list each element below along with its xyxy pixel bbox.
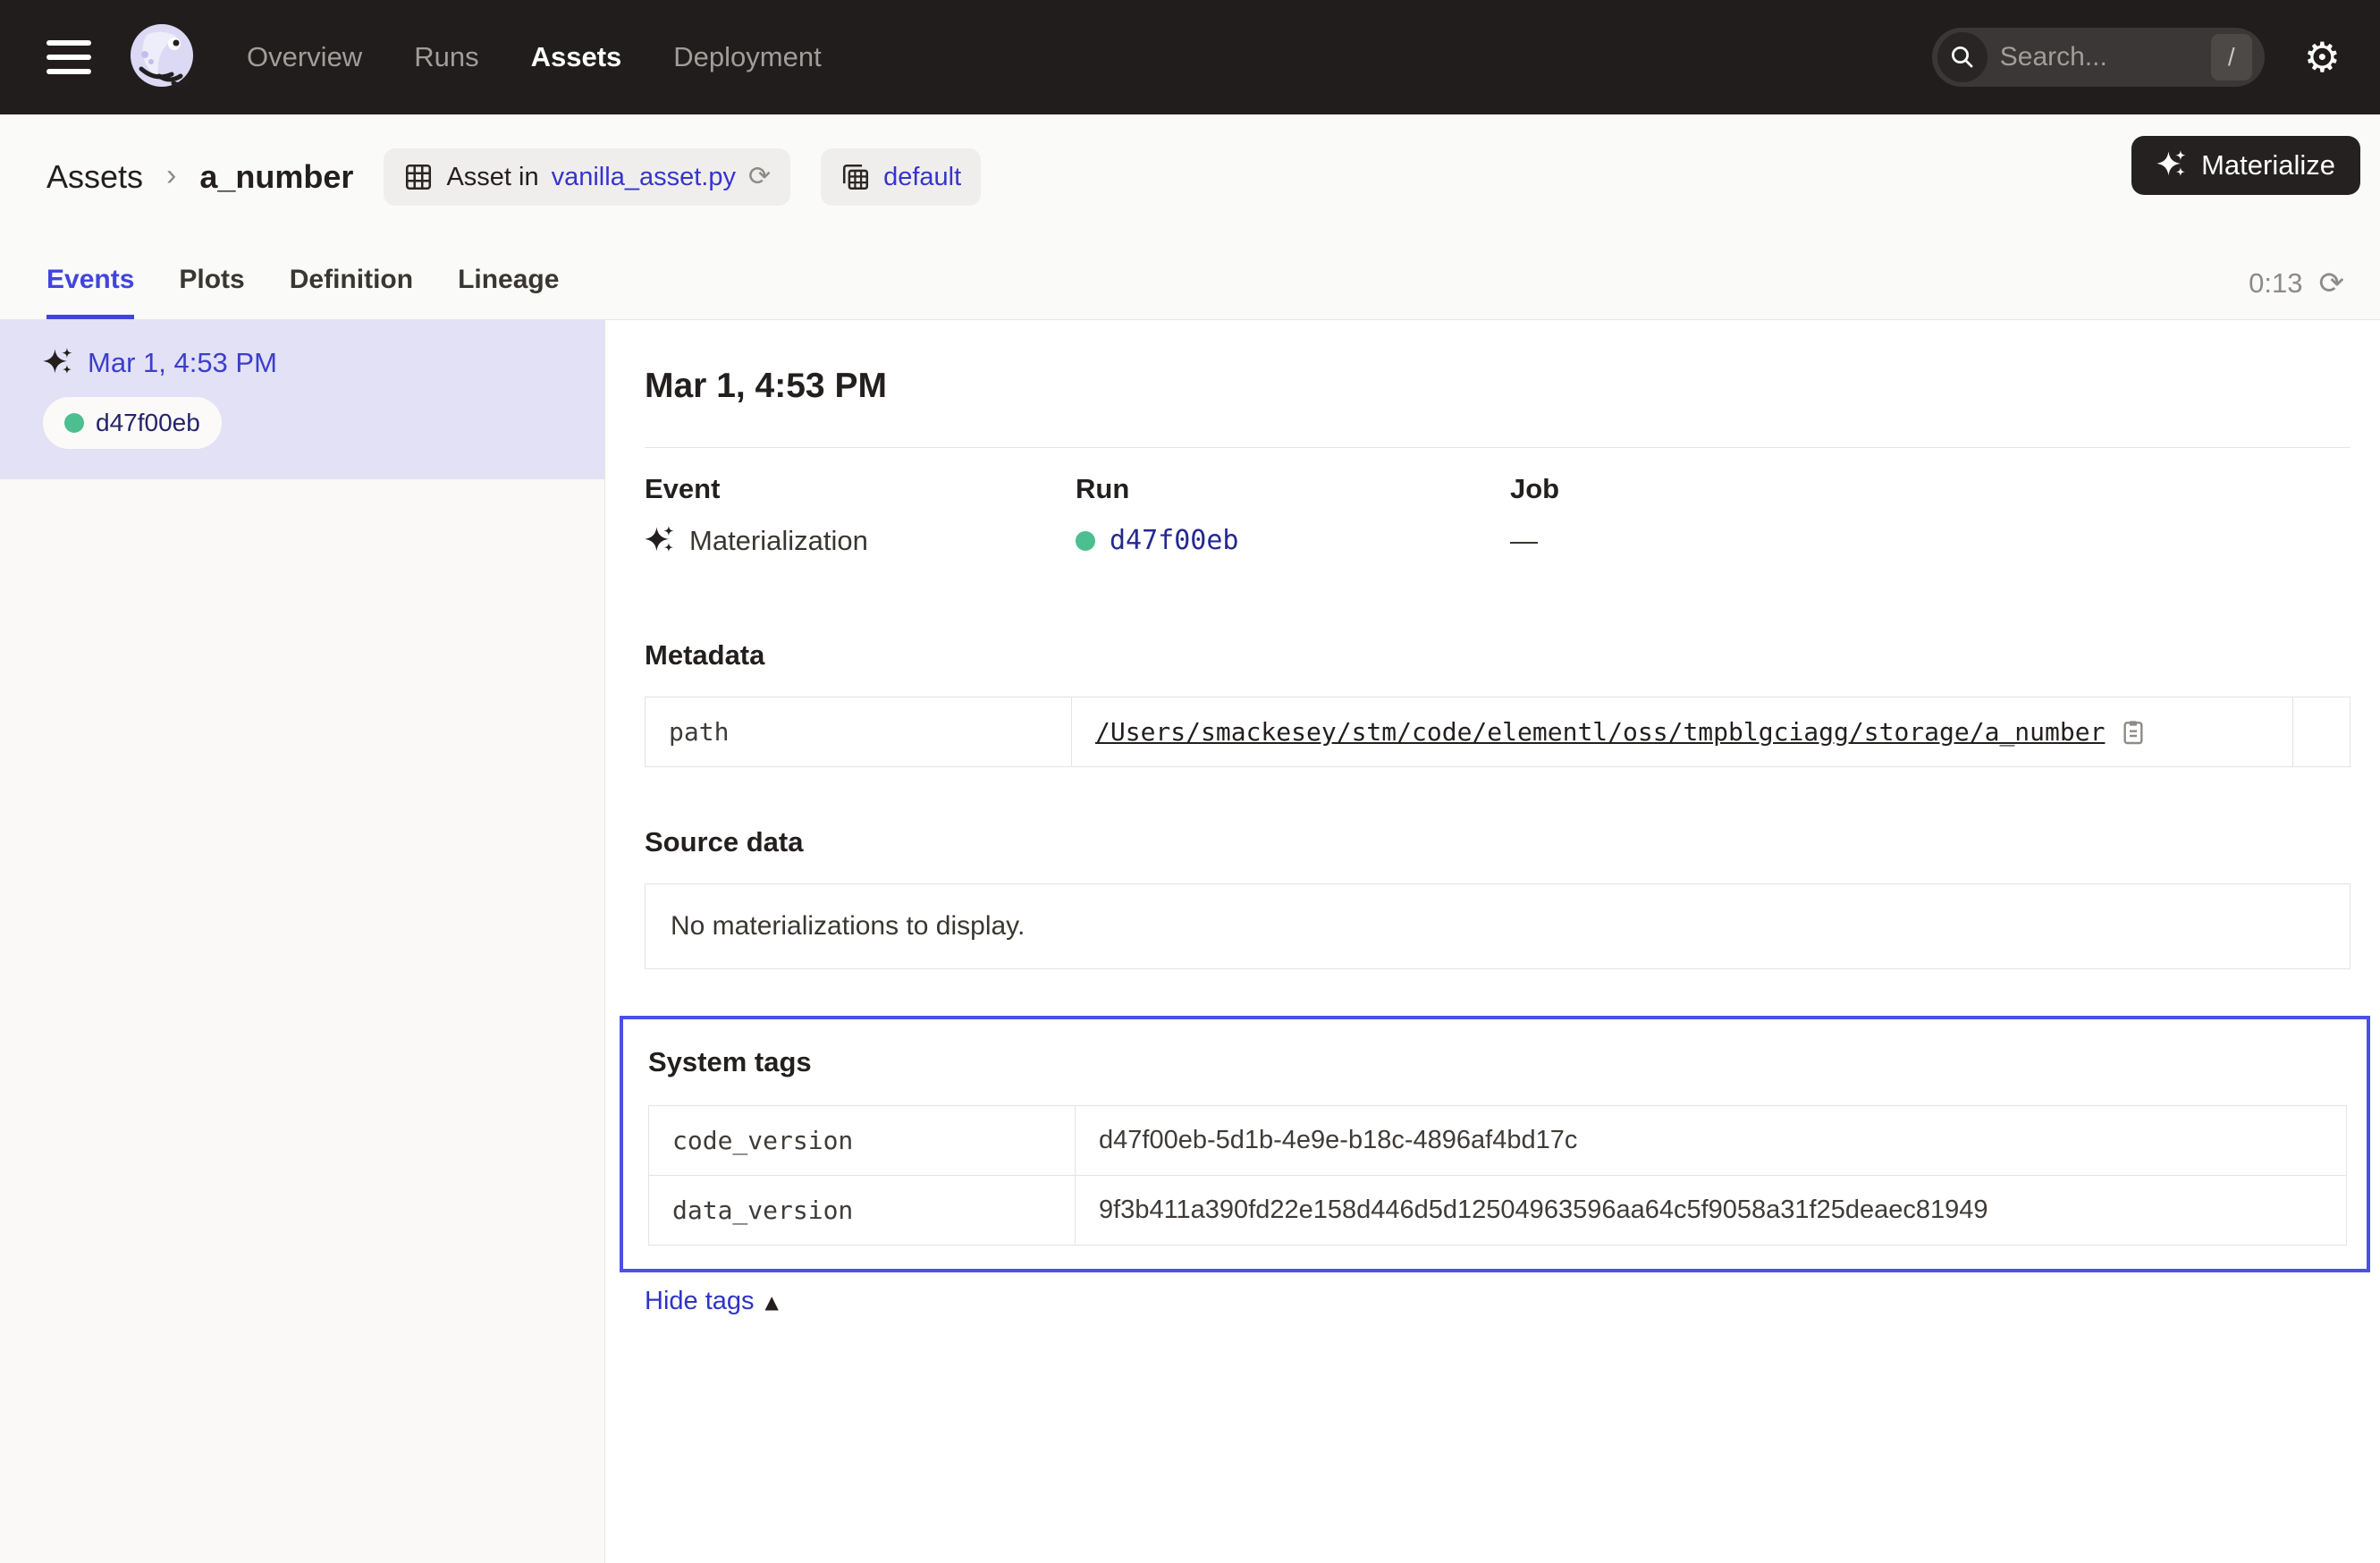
system-tag-value: d47f00eb-5d1b-4e9e-b18c-4896af4bd17c (1076, 1106, 2347, 1176)
nav-item-deployment[interactable]: Deployment (673, 41, 821, 73)
nav-right-group: / ⚙ (1932, 28, 2341, 87)
materialization-sparkle-icon (43, 348, 73, 378)
search-input[interactable] (1988, 42, 2211, 72)
breadcrumb-assets-link[interactable]: Assets (46, 158, 143, 196)
reload-definition-icon[interactable]: ⟳ (748, 164, 771, 190)
asset-definition-chip[interactable]: Asset in vanilla_asset.py ⟳ (384, 148, 790, 206)
page-title: a_number (199, 158, 353, 196)
hamburger-menu-icon[interactable] (46, 40, 91, 74)
event-type-value: Materialization (689, 525, 868, 557)
run-status-dot (64, 413, 84, 433)
source-data-empty-message: No materializations to display. (645, 883, 2350, 969)
system-tag-key: data_version (649, 1176, 1076, 1246)
breadcrumb: Assets › a_number Asset in vanilla_asset… (46, 145, 2341, 209)
tab-definition[interactable]: Definition (290, 265, 413, 319)
metadata-table: path /Users/smackesey/stm/code/elementl/… (645, 697, 2350, 767)
system-tag-value: 9f3b411a390fd22e158d446d5d12504963596aa6… (1076, 1176, 2347, 1246)
tab-lineage[interactable]: Lineage (458, 265, 559, 319)
run-id-badge-label: d47f00eb (96, 409, 200, 437)
event-summary-columns: Event Materialization Run d (645, 473, 2350, 557)
event-list-item[interactable]: Mar 1, 4:53 PM d47f00eb (0, 320, 604, 479)
materialize-button[interactable]: Materialize (2131, 136, 2360, 195)
refresh-icon[interactable]: ⟳ (2319, 268, 2345, 299)
system-tag-row: code_version d47f00eb-5d1b-4e9e-b18c-489… (649, 1106, 2347, 1176)
nav-item-overview[interactable]: Overview (247, 41, 362, 73)
job-column-label: Job (1510, 473, 2350, 505)
system-tags-section: System tags code_version d47f00eb-5d1b-4… (620, 1016, 2370, 1272)
copy-clipboard-icon[interactable] (2119, 718, 2148, 747)
run-id-badge[interactable]: d47f00eb (43, 397, 222, 449)
search-box[interactable]: / (1932, 28, 2265, 87)
event-timestamp-link[interactable]: Mar 1, 4:53 PM (88, 347, 277, 379)
event-detail-title: Mar 1, 4:53 PM (645, 367, 2350, 406)
event-list-sidebar: Mar 1, 4:53 PM d47f00eb (0, 320, 605, 1563)
refresh-countdown-value: 0:13 (2249, 267, 2302, 300)
system-tag-key: code_version (649, 1106, 1076, 1176)
dagster-logo[interactable] (127, 22, 197, 92)
tab-events[interactable]: Events (46, 265, 134, 319)
system-tags-heading: System tags (648, 1046, 2347, 1078)
refresh-countdown: 0:13 ⟳ (2249, 267, 2344, 300)
content-area: Mar 1, 4:53 PM d47f00eb Mar 1, 4:53 PM E… (0, 320, 2380, 1563)
job-empty-value: — (1510, 525, 1538, 557)
hide-tags-toggle[interactable]: Hide tags ▲ (645, 1287, 779, 1316)
run-id-link[interactable]: d47f00eb (1110, 525, 1239, 556)
divider (645, 447, 2350, 448)
page-header: Assets › a_number Asset in vanilla_asset… (0, 114, 2380, 320)
nav-item-assets[interactable]: Assets (531, 41, 622, 73)
event-detail-panel: Mar 1, 4:53 PM Event Materialization (605, 320, 2380, 1563)
breadcrumb-chevron-icon: › (166, 158, 176, 197)
asset-tabs: Events Plots Definition Lineage (46, 265, 559, 319)
tab-plots[interactable]: Plots (179, 265, 244, 319)
table-grid-icon (403, 162, 434, 192)
repo-default-link[interactable]: default (883, 163, 961, 192)
metadata-heading: Metadata (645, 639, 2350, 672)
sparkle-icon (2156, 150, 2187, 181)
asset-chip-prefix: Asset in (446, 163, 538, 192)
metadata-key: path (646, 697, 1072, 767)
system-tags-table: code_version d47f00eb-5d1b-4e9e-b18c-489… (648, 1105, 2347, 1246)
hide-tags-label: Hide tags (645, 1287, 755, 1316)
nav-item-runs[interactable]: Runs (414, 41, 478, 73)
run-column-label: Run (1076, 473, 1510, 505)
metadata-path-link[interactable]: /Users/smackesey/stm/code/elementl/oss/t… (1095, 717, 2105, 747)
search-shortcut-badge: / (2211, 34, 2252, 80)
materialize-button-label: Materialize (2201, 149, 2335, 182)
metadata-actions-cell (2293, 697, 2350, 767)
caret-up-icon: ▲ (765, 1291, 779, 1313)
source-data-section: Source data No materializations to displ… (645, 826, 2350, 969)
materialization-sparkle-icon (645, 526, 675, 556)
metadata-row: path /Users/smackesey/stm/code/elementl/… (646, 697, 2350, 767)
search-icon (1937, 32, 1988, 82)
repo-grid-icon (840, 162, 871, 192)
repo-location-chip[interactable]: default (821, 148, 981, 206)
run-status-dot (1076, 531, 1095, 551)
primary-nav: Overview Runs Assets Deployment (247, 41, 822, 73)
event-column-label: Event (645, 473, 1076, 505)
top-navigation: Overview Runs Assets Deployment / ⚙ (0, 0, 2380, 114)
asset-file-link[interactable]: vanilla_asset.py (552, 163, 736, 192)
system-tag-row: data_version 9f3b411a390fd22e158d446d5d1… (649, 1176, 2347, 1246)
settings-gear-icon[interactable]: ⚙ (2304, 37, 2341, 78)
metadata-section: Metadata path /Users/smackesey/stm/code/… (645, 639, 2350, 767)
source-data-heading: Source data (645, 826, 2350, 858)
